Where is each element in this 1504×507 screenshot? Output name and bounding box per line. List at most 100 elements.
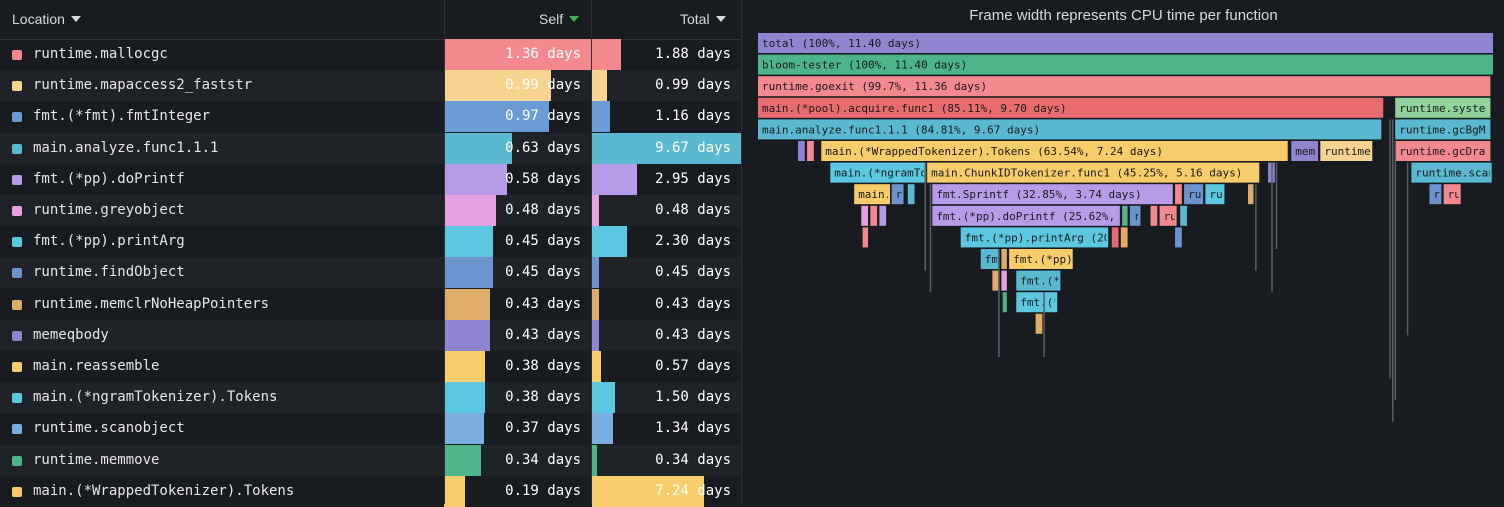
table-row[interactable]: runtime.memmove 0.34 days 0.34 days	[0, 444, 741, 476]
flame-frame[interactable]: fmt.(*pp).fmtInteger	[1009, 249, 1146, 269]
flame-frame-rect[interactable]	[992, 270, 1000, 291]
flame-frame-rect[interactable]	[870, 205, 878, 226]
flame-frame[interactable]: runtime.mallocgc	[1205, 184, 1315, 205]
flame-frame[interactable]: main.(*WrappedTokenizer).Tokens (63.54%,…	[821, 141, 1288, 161]
table-row[interactable]: fmt.(*pp).doPrintf 0.58 days 2.95 days	[0, 163, 741, 195]
flame-frame-rect[interactable]	[862, 227, 869, 248]
flame-frame[interactable]	[1248, 184, 1254, 205]
flame-frame[interactable]	[1111, 227, 1119, 248]
table-row[interactable]: runtime.mapaccess2_faststr 0.99 days 0.99 …	[0, 70, 741, 102]
total-value: 0.99 days	[655, 77, 731, 94]
total-bar	[592, 70, 607, 102]
flame-frame[interactable]: fmt.(*pp).fmtInteger	[1016, 270, 1153, 291]
flame-frame-rect[interactable]	[1002, 292, 1007, 313]
table-row[interactable]: main.(*ngramTokenizer).Tokens 0.38 days 1.…	[0, 382, 741, 414]
flame-frame[interactable]	[992, 270, 1000, 291]
flame-frame[interactable]	[1175, 184, 1182, 205]
flame-frame[interactable]: main.(*pool).acquire.func1 (85.11%, 9.70…	[758, 97, 1384, 118]
table-row[interactable]: runtime.greyobject 0.48 days 0.48 days	[0, 195, 741, 226]
flame-frame-rect[interactable]	[1175, 184, 1182, 205]
table-row[interactable]: runtime.mallocgc 1.36 days 1.88 days	[0, 39, 741, 70]
flame-frame-rect[interactable]	[1175, 227, 1182, 248]
color-swatch	[12, 206, 22, 216]
flame-frame[interactable]: bloom-tester (100%, 11.40 days)	[758, 54, 1493, 75]
flame-frame-rect[interactable]	[807, 141, 814, 161]
flame-frame[interactable]	[1001, 270, 1007, 291]
flame-frame-label: main.(*WrappedTokenizer).Tokens (63.54%,…	[825, 145, 1163, 158]
flame-tail	[1406, 162, 1409, 336]
color-swatch	[12, 486, 22, 497]
color-swatch	[12, 143, 22, 154]
self-value: 0.43 days	[505, 295, 581, 312]
total-value: 7.24 days	[655, 482, 731, 499]
table-row[interactable]: main.reassemble 0.38 days 0.57 days	[0, 351, 741, 382]
flame-frame[interactable]	[879, 205, 887, 226]
flame-frame[interactable]	[1035, 313, 1043, 334]
flame-frame[interactable]	[1122, 205, 1128, 226]
flame-frame-rect[interactable]	[1111, 227, 1119, 248]
flame-frame-rect[interactable]	[1122, 205, 1128, 226]
flame-frame[interactable]: runtime.scanobject	[1411, 162, 1503, 183]
flame-frame-label: main.(*pool).acquire.func1 (85.11%, 9.70…	[762, 102, 1067, 115]
column-header-total[interactable]: Total	[680, 0, 726, 39]
table-row[interactable]: runtime.scanobject 0.37 days 1.34 days	[0, 413, 741, 445]
table-row[interactable]: runtime.findObject 0.45 days 0.45 days	[0, 257, 741, 289]
flame-frame-rect[interactable]	[1248, 184, 1254, 205]
column-divider	[591, 0, 592, 504]
flame-frame-rect[interactable]	[1035, 313, 1043, 334]
flame-frame-rect[interactable]	[1150, 205, 1158, 226]
top-table: Location Self Total runtime.mallocgc 1.36…	[0, 0, 741, 507]
flame-frame[interactable]	[870, 205, 878, 226]
flame-frame[interactable]	[1180, 205, 1187, 226]
flame-frame[interactable]	[807, 141, 814, 161]
color-swatch	[12, 362, 22, 372]
flame-frame[interactable]	[1120, 227, 1128, 248]
flame-frame[interactable]	[798, 141, 805, 161]
total-bar	[592, 382, 615, 414]
profiler-view: Location Self Total runtime.mallocgc 1.36…	[0, 0, 1504, 507]
flame-frame[interactable]: fmt.(*fmt).fmtInteger	[1016, 292, 1159, 313]
column-divider	[444, 0, 445, 504]
flame-frame-rect[interactable]	[879, 205, 887, 226]
flame-frame[interactable]: runtime.mallocgc	[1159, 205, 1270, 226]
flame-frame[interactable]: runtime.syste	[1395, 97, 1491, 118]
flame-frame[interactable]	[861, 205, 869, 226]
flame-frame[interactable]: runtime.findObject	[1429, 184, 1503, 205]
flame-frame[interactable]: runtime.mallocgc	[1184, 184, 1294, 205]
table-row[interactable]: main.analyze.func1.1.1 0.63 days 9.67 days	[0, 132, 741, 164]
flame-frame[interactable]: runtime.goexit (99.7%, 11.36 days)	[758, 76, 1491, 97]
flame-frame[interactable]: fmt.(*pp).doPrintf (25.62%, 2.92 days)	[932, 205, 1188, 226]
total-cell: 1.34 days	[592, 413, 741, 445]
flame-frame-rect[interactable]	[1120, 227, 1128, 248]
flame-frame[interactable]: runtime.gcBgM	[1395, 119, 1491, 140]
table-row[interactable]: runtime.memclrNoHeapPointers 0.43 days 0.4…	[0, 288, 741, 320]
flame-frame[interactable]	[907, 184, 915, 205]
flame-frame-rect[interactable]	[798, 141, 805, 161]
flamegraph-canvas[interactable]: total (100%, 11.40 days) bloom-tester (10…	[742, 0, 1503, 504]
flame-frame[interactable]	[862, 227, 869, 248]
self-header-label: Self	[539, 11, 564, 27]
flame-frame[interactable]: runtime.gcDra	[1395, 141, 1491, 161]
flame-frame-rect[interactable]	[1180, 205, 1187, 226]
column-header-self[interactable]: Self	[539, 0, 580, 39]
flame-frame-rect[interactable]	[1001, 270, 1007, 291]
flame-frame[interactable]: main.ChunkIDTokenizer.func1 (45.25%, 5.1…	[927, 162, 1260, 183]
flame-frame[interactable]: main.analyze.func1.1.1 (84.81%, 9.67 day…	[758, 119, 1382, 140]
table-row[interactable]: fmt.(*fmt).fmtInteger 0.97 days 1.16 days	[0, 101, 741, 133]
flame-frame-rect[interactable]	[907, 184, 915, 205]
column-header-location[interactable]: Location	[12, 0, 81, 39]
table-row[interactable]: fmt.(*pp).printArg 0.45 days 2.30 days	[0, 226, 741, 258]
flame-frame[interactable]: runtime.mallocgc	[1443, 184, 1503, 205]
flame-frame-rect[interactable]	[1001, 249, 1007, 269]
table-row[interactable]: main.(*WrappedTokenizer).Tokens 0.19 days…	[0, 475, 741, 507]
table-row[interactable]: memeqbody 0.43 days 0.43 days	[0, 319, 741, 351]
flame-frame[interactable]	[1001, 249, 1007, 269]
flame-frame[interactable]	[1175, 227, 1182, 248]
flame-frame-label: fmt.(*pp).doPrintf (25.62%, 2.92 days)	[936, 210, 1188, 223]
flame-frame[interactable]: total (100%, 11.40 days)	[758, 33, 1493, 53]
color-swatch	[12, 237, 22, 248]
flame-frame[interactable]: fmt.Sprintf (32.85%, 3.74 days)	[932, 184, 1173, 205]
flame-frame-rect[interactable]	[861, 205, 869, 226]
flame-frame[interactable]	[1150, 205, 1158, 226]
flame-frame[interactable]	[1002, 292, 1007, 313]
